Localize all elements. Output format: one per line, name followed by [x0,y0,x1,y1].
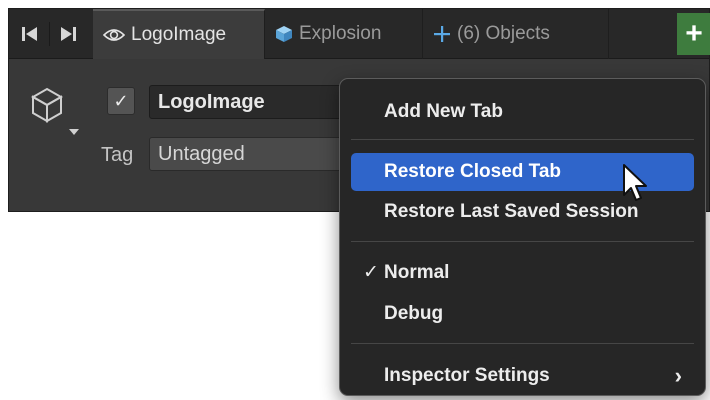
menu-separator [351,139,694,140]
tab-explosion[interactable]: Explosion [265,9,423,59]
mouse-pointer-icon [621,163,651,207]
inspector-tab-bar: LogoImage Explosion (6) Objects + [9,9,710,59]
screenshot-stage: LogoImage Explosion (6) Objects + ✓ Logo… [0,0,710,400]
tab-label: LogoImage [131,24,227,45]
checkmark-icon: ✓ [363,262,379,283]
tab-logoimage[interactable]: LogoImage [93,9,265,59]
menu-item-normal[interactable]: ✓ Normal [351,254,694,292]
add-tab-button[interactable]: + [677,13,710,55]
eye-icon [103,27,125,43]
menu-item-label: Add New Tab [384,101,503,122]
tag-label: Tag [101,144,134,166]
object-name-input[interactable]: LogoImage [149,85,359,119]
menu-separator [351,343,694,344]
menu-item-debug[interactable]: Debug [351,295,694,333]
cube-outline-icon[interactable] [23,77,89,143]
menu-item-label: Inspector Settings [384,365,550,386]
step-back-icon[interactable] [17,19,43,49]
nav-divider [49,22,50,46]
plus-icon [433,25,451,43]
menu-separator [351,241,694,242]
prefab-cube-icon [275,25,293,43]
active-checkbox[interactable]: ✓ [107,87,135,115]
tab-objects[interactable]: (6) Objects [423,9,609,59]
menu-item-label: Restore Closed Tab [384,161,562,182]
tab-label: Explosion [299,23,382,44]
menu-item-label: Restore Last Saved Session [384,201,639,222]
menu-item-label: Debug [384,303,444,324]
menu-item-inspector-settings[interactable]: Inspector Settings › [351,357,694,395]
tag-dropdown[interactable]: Untagged [149,137,359,171]
inspector-context-menu: Add New Tab Restore Closed Tab Restore L… [339,78,706,396]
menu-item-label: Normal [384,262,450,283]
tab-label: (6) Objects [457,23,550,44]
chevron-right-icon: › [674,363,682,388]
menu-item-add-new-tab[interactable]: Add New Tab [351,93,694,131]
step-forward-icon[interactable] [55,19,81,49]
